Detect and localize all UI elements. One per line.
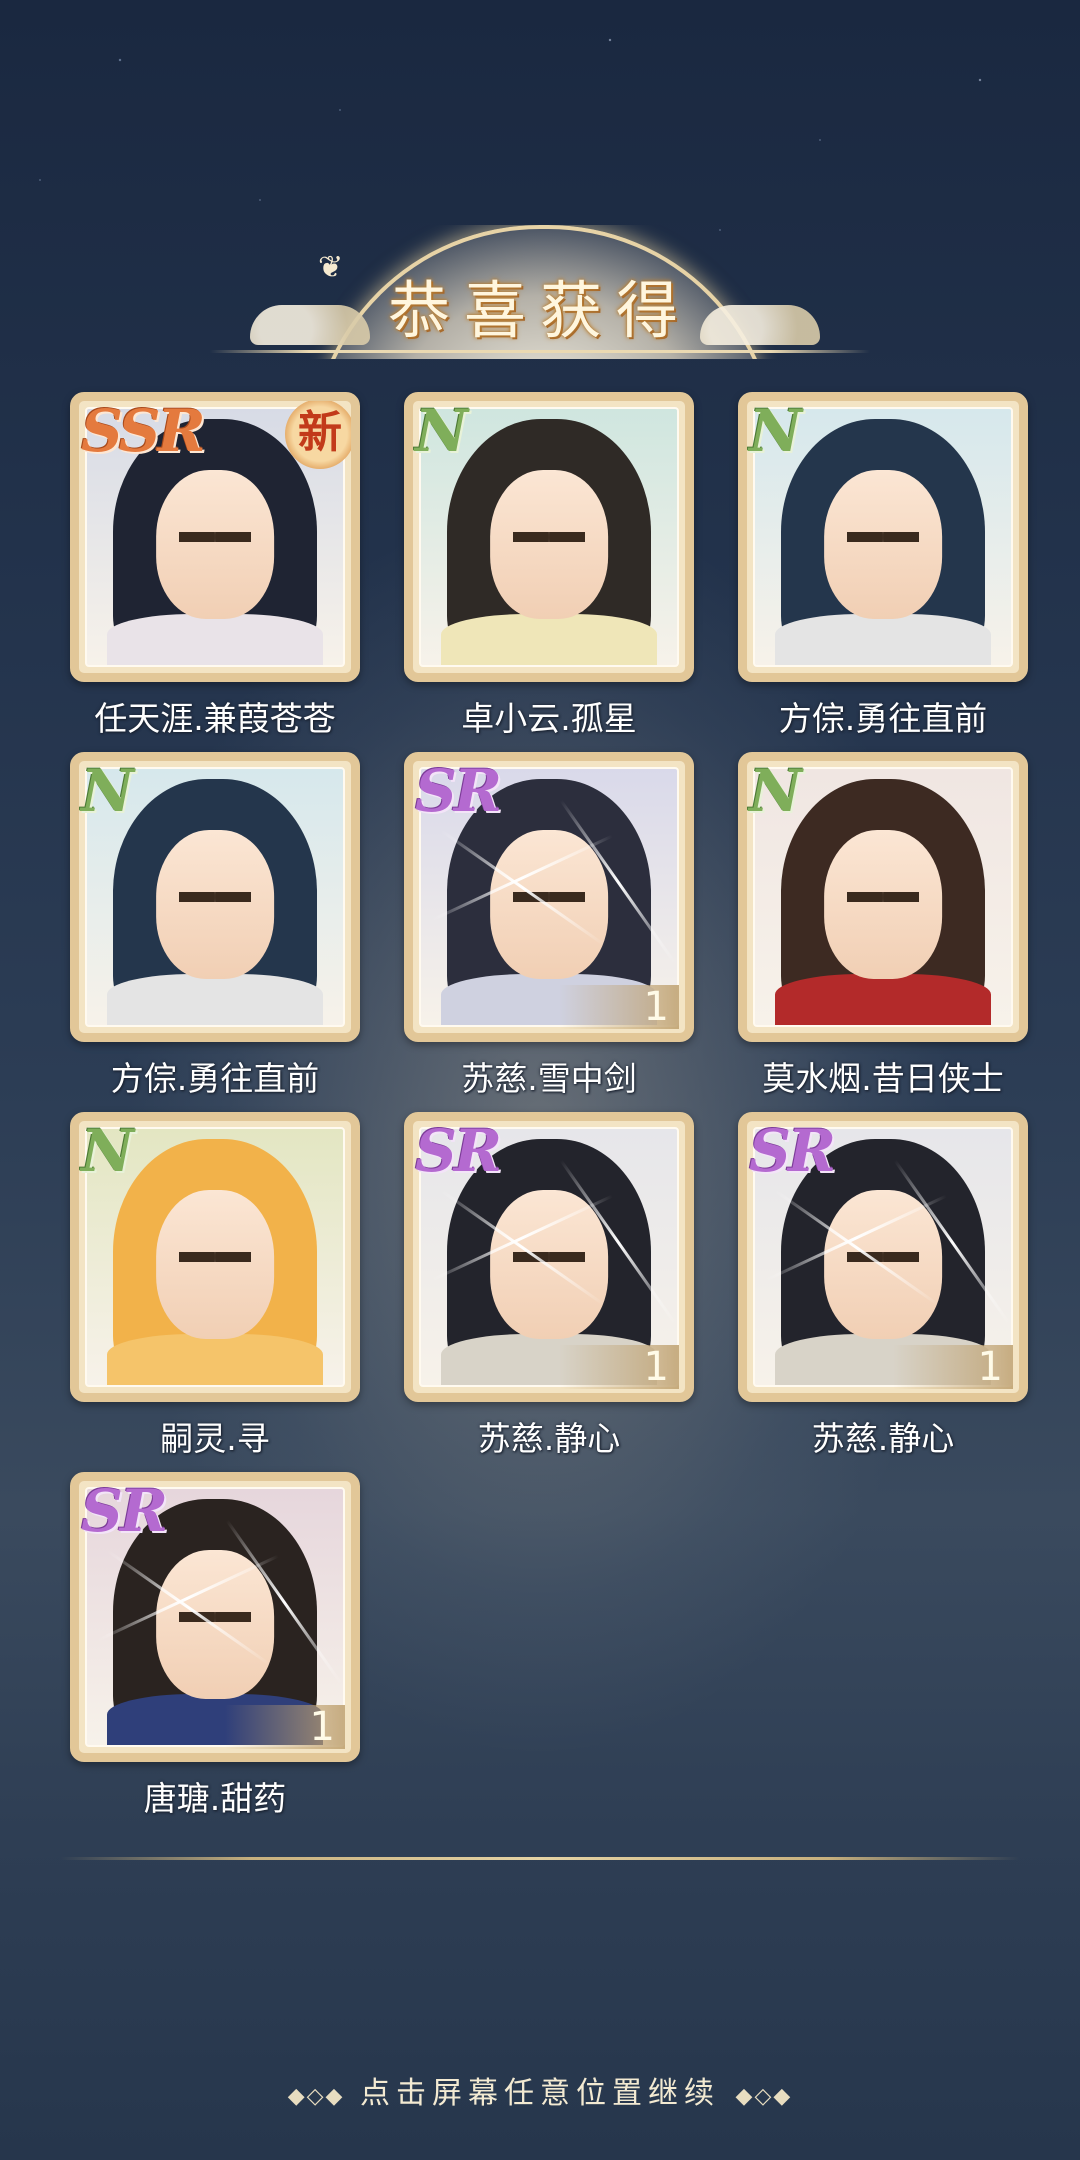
character-card[interactable]: SR 1 [738,1112,1028,1402]
portrait-eyes [179,1611,251,1623]
card-frame: N [738,752,1028,1042]
portrait-eyes [847,1251,919,1263]
rarity-badge: SR [415,757,502,825]
portrait-face [156,830,274,979]
card-frame: N [738,392,1028,682]
card-frame: SSR 新 [70,392,360,682]
item-count: 1 [893,1345,1013,1389]
portrait-body [775,613,991,665]
reward-banner: ❦ 恭喜获得 [200,210,880,360]
character-card[interactable]: SR 1 [404,1112,694,1402]
diamond-left-icon: ◆◇◆ [287,2084,345,2109]
rarity-badge: N [415,397,468,465]
item-count: 1 [559,1345,679,1389]
card-frame: SR 1 [70,1472,360,1762]
portrait-eyes [179,1251,251,1263]
rarity-badge: SR [749,1117,836,1185]
portrait-eyes [847,891,919,903]
rarity-badge: SR [81,1477,168,1545]
character-card[interactable]: N [404,392,694,682]
rarity-badge: N [749,757,802,825]
portrait-face [824,830,942,979]
portrait-body [107,973,323,1025]
item-count: 1 [225,1705,345,1749]
card-frame: N [70,752,360,1042]
character-card[interactable]: N [70,1112,360,1402]
rarity-badge: SSR [81,397,206,465]
item-count: 1 [559,985,679,1029]
character-card[interactable]: N [738,752,1028,1042]
portrait-eyes [513,1251,585,1263]
continue-text: 点击屏幕任意位置继续 [360,2076,720,2111]
character-card[interactable]: SR 1 [70,1472,360,1762]
rarity-badge: N [749,397,802,465]
character-name: 方倧.勇往直前 [110,1059,320,1098]
new-badge: 新 [285,401,351,469]
portrait-face [156,470,274,619]
character-card[interactable]: N [738,392,1028,682]
character-name: 卓小云.孤星 [461,699,637,738]
portrait-eyes [513,531,585,543]
diamond-right-icon: ◆◇◆ [735,2084,793,2109]
card-frame: N [70,1112,360,1402]
character-card[interactable]: SR 1 [404,752,694,1042]
continue-prompt[interactable]: ◆◇◆ 点击屏幕任意位置继续 ◆◇◆ [0,2068,1080,2112]
portrait-body [107,613,323,665]
portrait-face [490,470,608,619]
character-name: 方倧.勇往直前 [778,699,988,738]
character-name: 苏慈.静心 [477,1419,621,1458]
card-frame: SR 1 [404,1112,694,1402]
card-frame: N [404,392,694,682]
portrait-eyes [179,531,251,543]
character-card[interactable]: N [70,752,360,1042]
portrait-eyes [847,531,919,543]
card-frame: SR 1 [738,1112,1028,1402]
character-name: 任天涯.兼葭苍苍 [94,699,336,738]
character-name: 苏慈.雪中剑 [461,1059,637,1098]
character-card[interactable]: SSR 新 [70,392,360,682]
banner-baseline [210,350,870,353]
page-title: 恭喜获得 [387,274,692,347]
portrait-body [775,973,991,1025]
rarity-badge: SR [415,1117,502,1185]
rarity-badge: N [81,1117,134,1185]
portrait-eyes [179,891,251,903]
character-name: 莫水烟.昔日侠士 [762,1059,1004,1098]
bottom-divider [60,1857,1020,1860]
card-frame: SR 1 [404,752,694,1042]
portrait-face [824,470,942,619]
character-name: 苏慈.静心 [811,1419,955,1458]
portrait-eyes [513,891,585,903]
portrait-body [441,613,657,665]
character-name: 唐瑭.甜药 [143,1779,287,1818]
rarity-badge: N [81,757,134,825]
portrait-body [107,1333,323,1385]
character-name: 嗣灵.寻 [160,1419,270,1458]
portrait-face [156,1190,274,1339]
